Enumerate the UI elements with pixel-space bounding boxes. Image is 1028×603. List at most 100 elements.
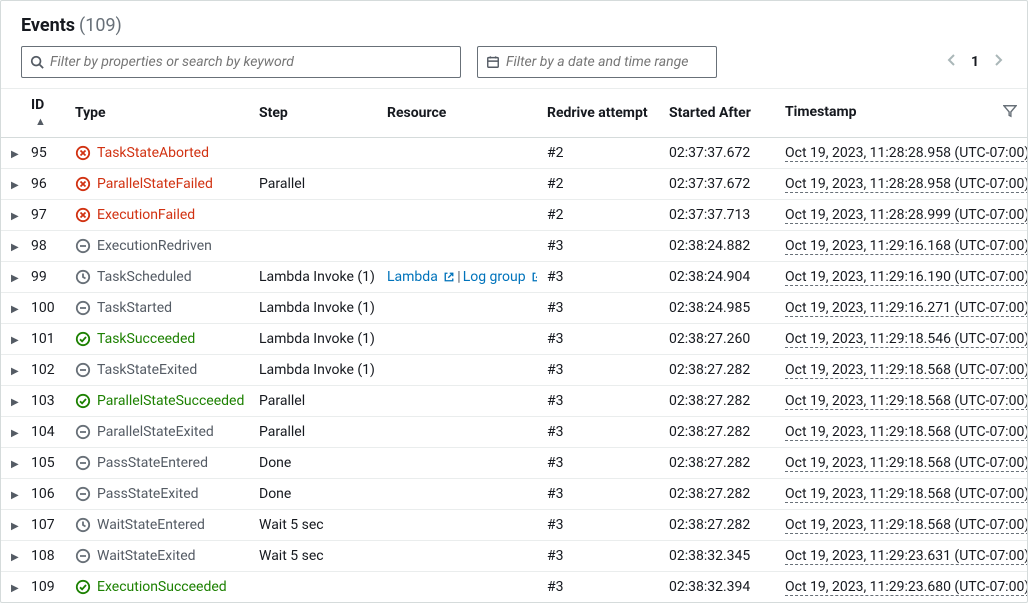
cell-resource [377, 169, 537, 200]
log-group-link[interactable]: Log group [463, 269, 537, 285]
timestamp-text: Oct 19, 2023, 11:29:18.568 (UTC-07:00) [785, 393, 1027, 410]
row-expander[interactable]: ▶ [11, 242, 19, 253]
col-header-id[interactable]: ID ▲ [21, 89, 65, 138]
neutral-icon [75, 486, 91, 502]
cell-type: TaskScheduled [65, 262, 249, 293]
cell-step: Parallel [249, 417, 377, 448]
col-header-step[interactable]: Step [249, 89, 377, 138]
cell-timestamp: Oct 19, 2023, 11:29:18.568 (UTC-07:00) [775, 417, 1027, 448]
row-expander[interactable]: ▶ [11, 335, 19, 346]
event-type-label: ParallelStateFailed [97, 176, 213, 192]
cell-timestamp: Oct 19, 2023, 11:29:18.568 (UTC-07:00) [775, 479, 1027, 510]
event-type-label: ExecutionFailed [97, 207, 195, 223]
cell-step: Parallel [249, 386, 377, 417]
cell-id: 107 [21, 510, 65, 541]
row-expander[interactable]: ▶ [11, 521, 19, 532]
cell-type: TaskStateExited [65, 355, 249, 386]
col-header-redrive[interactable]: Redrive attempt [537, 89, 659, 138]
chevron-left-icon [947, 53, 957, 67]
table-row: ▶98ExecutionRedriven#302:38:24.882Oct 19… [1, 231, 1027, 262]
cell-id: 99 [21, 262, 65, 293]
cell-timestamp: Oct 19, 2023, 11:28:28.999 (UTC-07:00) [775, 200, 1027, 231]
cell-started: 02:38:24.985 [659, 293, 775, 324]
row-expander[interactable]: ▶ [11, 552, 19, 563]
timestamp-text: Oct 19, 2023, 11:29:18.568 (UTC-07:00) [785, 486, 1027, 503]
cell-step: Done [249, 479, 377, 510]
table-settings-button[interactable] [1003, 104, 1017, 122]
row-expander[interactable]: ▶ [11, 397, 19, 408]
row-expander[interactable]: ▶ [11, 304, 19, 315]
lambda-link[interactable]: Lambda [387, 269, 455, 285]
prev-page-button[interactable] [947, 53, 957, 71]
cell-id: 103 [21, 386, 65, 417]
cell-id: 109 [21, 572, 65, 603]
keyword-filter-input[interactable] [50, 54, 452, 70]
row-expander[interactable]: ▶ [11, 428, 19, 439]
cell-started: 02:37:37.713 [659, 200, 775, 231]
timestamp-text: Oct 19, 2023, 11:29:18.568 (UTC-07:00) [785, 455, 1027, 472]
row-expander[interactable]: ▶ [11, 490, 19, 501]
cell-started: 02:38:27.282 [659, 448, 775, 479]
neutral-icon [75, 455, 91, 471]
row-expander[interactable]: ▶ [11, 459, 19, 470]
row-expander[interactable]: ▶ [11, 583, 19, 594]
event-type-label: WaitStateExited [97, 548, 196, 564]
table-row: ▶100TaskStartedLambda Invoke (1)#302:38:… [1, 293, 1027, 324]
error-icon [75, 145, 91, 161]
cell-id: 96 [21, 169, 65, 200]
table-header-row: ID ▲ Type Step Resource Redrive attempt … [1, 89, 1027, 138]
events-table: ID ▲ Type Step Resource Redrive attempt … [1, 88, 1027, 602]
cell-resource [377, 386, 537, 417]
neutral-icon [75, 548, 91, 564]
event-type-label: TaskStateAborted [97, 145, 209, 161]
row-expander[interactable]: ▶ [11, 149, 19, 160]
cell-id: 101 [21, 324, 65, 355]
col-header-timestamp-label: Timestamp [785, 104, 857, 120]
date-filter-box[interactable] [477, 46, 717, 78]
event-type-label: TaskStateExited [97, 362, 197, 378]
col-header-timestamp[interactable]: Timestamp [775, 89, 1027, 138]
col-header-type[interactable]: Type [65, 89, 249, 138]
row-expander[interactable]: ▶ [11, 273, 19, 284]
row-expander[interactable]: ▶ [11, 211, 19, 222]
timestamp-text: Oct 19, 2023, 11:29:23.631 (UTC-07:00) [785, 548, 1027, 565]
next-page-button[interactable] [993, 53, 1003, 71]
cell-resource [377, 572, 537, 603]
table-row: ▶101TaskSucceededLambda Invoke (1)#302:3… [1, 324, 1027, 355]
timestamp-text: Oct 19, 2023, 11:29:18.568 (UTC-07:00) [785, 424, 1027, 441]
cell-step: Wait 5 sec [249, 510, 377, 541]
error-icon [75, 207, 91, 223]
cell-timestamp: Oct 19, 2023, 11:28:28.958 (UTC-07:00) [775, 169, 1027, 200]
table-row: ▶105PassStateEnteredDone#302:38:27.282Oc… [1, 448, 1027, 479]
cell-redrive: #2 [537, 200, 659, 231]
neutral-icon [75, 238, 91, 254]
clock-icon [75, 517, 91, 533]
cell-resource [377, 293, 537, 324]
cell-redrive: #2 [537, 138, 659, 169]
row-expander[interactable]: ▶ [11, 366, 19, 377]
cell-timestamp: Oct 19, 2023, 11:29:18.546 (UTC-07:00) [775, 324, 1027, 355]
col-header-resource[interactable]: Resource [377, 89, 537, 138]
col-header-started[interactable]: Started After [659, 89, 775, 138]
cell-id: 105 [21, 448, 65, 479]
timestamp-text: Oct 19, 2023, 11:29:16.190 (UTC-07:00) [785, 269, 1027, 286]
event-type-label: PassStateExited [97, 486, 199, 502]
cell-resource [377, 231, 537, 262]
cell-started: 02:38:24.882 [659, 231, 775, 262]
cell-type: TaskStateAborted [65, 138, 249, 169]
cell-started: 02:37:37.672 [659, 138, 775, 169]
date-filter-input[interactable] [506, 54, 708, 70]
calendar-icon [486, 55, 500, 69]
cell-redrive: #3 [537, 448, 659, 479]
row-expander[interactable]: ▶ [11, 180, 19, 191]
panel-header: Events (109) [1, 1, 1027, 88]
timestamp-text: Oct 19, 2023, 11:29:18.568 (UTC-07:00) [785, 362, 1027, 379]
event-type-label: PassStateEntered [97, 455, 208, 471]
cell-type: WaitStateExited [65, 541, 249, 572]
cell-timestamp: Oct 19, 2023, 11:29:16.271 (UTC-07:00) [775, 293, 1027, 324]
cell-id: 97 [21, 200, 65, 231]
cell-redrive: #3 [537, 417, 659, 448]
cell-started: 02:38:27.282 [659, 386, 775, 417]
keyword-filter-box[interactable] [21, 46, 461, 78]
cell-timestamp: Oct 19, 2023, 11:29:18.568 (UTC-07:00) [775, 510, 1027, 541]
